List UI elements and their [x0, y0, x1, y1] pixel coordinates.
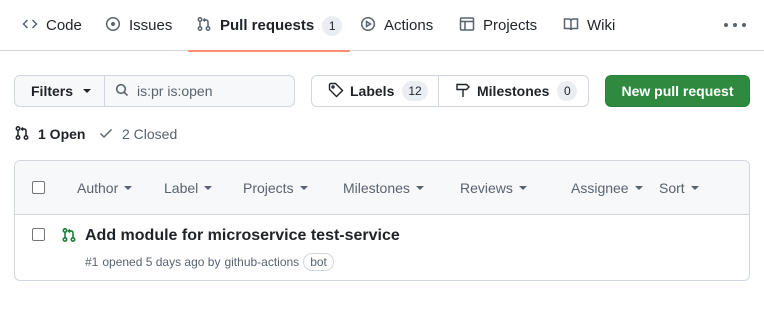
milestones-filter-label: Milestones — [343, 180, 410, 196]
labels-label: Labels — [350, 83, 395, 99]
tab-code-label: Code — [46, 17, 82, 34]
pull-request-title[interactable]: Add module for microservice test-service — [85, 227, 400, 245]
reviews-filter-label: Reviews — [460, 180, 513, 196]
list-header: Author Label Projects Milestones Reviews… — [15, 161, 749, 215]
code-icon — [22, 16, 38, 36]
open-count-label: 1 Open — [38, 126, 86, 142]
pull-request-number: #1 — [85, 255, 99, 269]
chevron-down-icon — [690, 186, 699, 190]
table-row: Add module for microservice test-service… — [15, 216, 749, 280]
book-icon — [563, 16, 579, 36]
label-filter[interactable]: Label — [164, 161, 213, 215]
tab-projects-label: Projects — [483, 17, 538, 34]
tab-pull-requests[interactable]: Pull requests 1 — [187, 0, 351, 52]
author-link[interactable]: github-actions — [224, 255, 299, 269]
milestones-button[interactable]: Milestones 0 — [438, 75, 589, 107]
row-checkbox[interactable] — [32, 228, 45, 241]
open-filter[interactable]: 1 Open — [14, 124, 85, 144]
pull-request-list: Author Label Projects Milestones Reviews… — [14, 160, 750, 281]
git-pull-request-icon — [14, 125, 30, 144]
tab-projects[interactable]: Projects — [459, 0, 537, 51]
sort-filter[interactable]: Sort — [659, 161, 699, 215]
closed-filter[interactable]: 2 Closed — [98, 124, 177, 144]
table-icon — [459, 16, 475, 36]
tag-icon — [328, 82, 344, 101]
search-icon — [115, 83, 129, 100]
chevron-down-icon — [415, 186, 424, 190]
tab-code[interactable]: Code — [22, 0, 82, 51]
filters-button[interactable]: Filters — [14, 75, 105, 107]
projects-filter-label: Projects — [243, 180, 294, 196]
milestones-filter[interactable]: Milestones — [343, 161, 424, 215]
assignee-filter-label: Assignee — [571, 180, 629, 196]
opened-text: opened 5 days ago by — [102, 255, 221, 269]
pull-requests-count: 1 — [322, 15, 343, 36]
projects-filter[interactable]: Projects — [243, 161, 308, 215]
filters-label: Filters — [31, 83, 74, 99]
chevron-down-icon — [124, 186, 133, 190]
tab-wiki-label: Wiki — [587, 17, 616, 34]
labels-button[interactable]: Labels 12 — [311, 75, 439, 107]
label-filter-label: Label — [164, 180, 199, 196]
milestones-label: Milestones — [477, 83, 550, 99]
git-pull-request-icon — [61, 227, 77, 243]
tab-issues-label: Issues — [129, 17, 173, 34]
author-filter-label: Author — [77, 180, 119, 196]
check-icon — [98, 125, 114, 144]
milestone-icon — [455, 82, 471, 101]
assignee-filter[interactable]: Assignee — [571, 161, 643, 215]
sort-filter-label: Sort — [659, 180, 685, 196]
tab-actions[interactable]: Actions — [360, 0, 433, 51]
new-pull-request-button[interactable]: New pull request — [605, 75, 750, 107]
git-pull-request-icon — [196, 16, 212, 36]
chevron-down-icon — [634, 186, 643, 190]
author-filter[interactable]: Author — [77, 161, 133, 215]
issue-opened-icon — [105, 16, 121, 36]
reviews-filter[interactable]: Reviews — [460, 161, 527, 215]
chevron-down-icon — [204, 186, 213, 190]
tab-pull-requests-label: Pull requests — [220, 17, 315, 34]
select-all-checkbox[interactable] — [32, 181, 45, 194]
chevron-down-icon — [83, 89, 92, 93]
play-icon — [360, 16, 376, 36]
pull-request-meta: #1 opened 5 days ago by github-actions b… — [85, 253, 334, 271]
closed-count-label: 2 Closed — [122, 126, 178, 142]
labels-count: 12 — [402, 81, 428, 101]
search-field[interactable] — [104, 75, 295, 107]
bot-badge: bot — [303, 253, 334, 271]
milestones-count: 0 — [557, 81, 578, 101]
search-input[interactable] — [137, 83, 287, 99]
tab-actions-label: Actions — [384, 17, 434, 34]
chevron-down-icon — [518, 186, 527, 190]
kebab-horizontal-icon[interactable] — [724, 17, 746, 33]
tab-wiki[interactable]: Wiki — [563, 0, 615, 51]
tab-issues[interactable]: Issues — [105, 0, 172, 51]
chevron-down-icon — [299, 186, 308, 190]
repo-nav: Code Issues Pull requests 1 Actions Proj… — [0, 0, 764, 52]
